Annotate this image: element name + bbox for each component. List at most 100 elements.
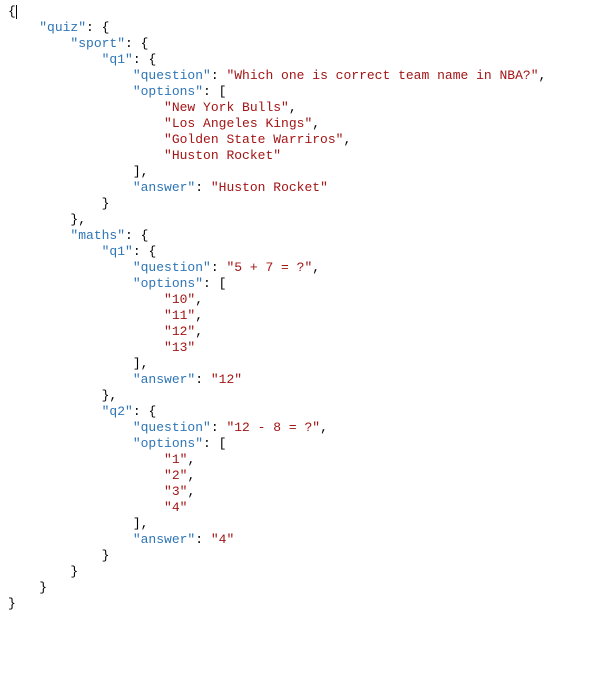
json-key: "options" — [133, 276, 203, 291]
json-punct: , — [343, 132, 351, 147]
json-punct: : [ — [203, 436, 226, 451]
json-string: "1" — [164, 452, 187, 467]
json-string: "12" — [211, 372, 242, 387]
json-key: "sport" — [70, 36, 125, 51]
json-whitespace — [8, 148, 164, 163]
json-whitespace — [8, 468, 164, 483]
json-whitespace — [8, 100, 164, 115]
json-punct: { — [8, 4, 16, 19]
json-string: "12" — [164, 324, 195, 339]
json-punct: } — [8, 580, 47, 595]
json-key: "answer" — [133, 372, 195, 387]
json-whitespace — [8, 404, 102, 419]
json-key: "q2" — [102, 404, 133, 419]
json-punct: ], — [8, 356, 148, 371]
json-key: "quiz" — [39, 20, 86, 35]
json-punct: : [ — [203, 276, 226, 291]
json-whitespace — [8, 84, 133, 99]
json-key: "q1" — [102, 244, 133, 259]
json-punct: : — [211, 420, 227, 435]
json-key: "question" — [133, 420, 211, 435]
json-string: "12 - 8 = ?" — [226, 420, 320, 435]
json-whitespace — [8, 132, 164, 147]
json-code-block[interactable]: { "quiz": { "sport": { "q1": { "question… — [0, 0, 606, 616]
json-string: "Huston Rocket" — [164, 148, 281, 163]
json-punct: } — [8, 196, 109, 211]
json-whitespace — [8, 180, 133, 195]
json-whitespace — [8, 276, 133, 291]
json-whitespace — [8, 484, 164, 499]
json-whitespace — [8, 20, 39, 35]
json-whitespace — [8, 308, 164, 323]
json-whitespace — [8, 420, 133, 435]
json-punct: , — [289, 100, 297, 115]
json-punct: , — [187, 452, 195, 467]
json-string: "3" — [164, 484, 187, 499]
json-whitespace — [8, 340, 164, 355]
json-string: "4" — [164, 500, 187, 515]
json-whitespace — [8, 500, 164, 515]
json-punct: , — [195, 324, 203, 339]
json-whitespace — [8, 68, 133, 83]
json-string: "Huston Rocket" — [211, 180, 328, 195]
json-key: "question" — [133, 68, 211, 83]
json-whitespace — [8, 52, 102, 67]
json-punct: : — [195, 532, 211, 547]
json-key: "options" — [133, 84, 203, 99]
json-string: "Golden State Warriros" — [164, 132, 343, 147]
json-whitespace — [8, 244, 102, 259]
json-string: "4" — [211, 532, 234, 547]
json-punct: } — [8, 548, 109, 563]
json-punct: }, — [8, 212, 86, 227]
json-string: "Los Angeles Kings" — [164, 116, 312, 131]
json-punct: : — [195, 372, 211, 387]
json-punct: : { — [86, 20, 109, 35]
json-punct: ], — [8, 516, 148, 531]
json-string: "13" — [164, 340, 195, 355]
json-punct: } — [8, 596, 16, 611]
json-punct: : { — [125, 228, 148, 243]
json-punct: : — [195, 180, 211, 195]
json-key: "q1" — [102, 52, 133, 67]
json-whitespace — [8, 532, 133, 547]
json-punct: , — [187, 468, 195, 483]
json-punct: : { — [133, 404, 156, 419]
json-string: "2" — [164, 468, 187, 483]
json-punct: : [ — [203, 84, 226, 99]
json-punct: , — [312, 116, 320, 131]
json-key: "question" — [133, 260, 211, 275]
json-string: "11" — [164, 308, 195, 323]
json-punct: : { — [133, 244, 156, 259]
json-punct: } — [8, 564, 78, 579]
json-punct: , — [195, 308, 203, 323]
json-whitespace — [8, 36, 70, 51]
json-string: "New York Bulls" — [164, 100, 289, 115]
json-whitespace — [8, 452, 164, 467]
json-string: "5 + 7 = ?" — [226, 260, 312, 275]
text-caret — [16, 5, 17, 19]
json-whitespace — [8, 436, 133, 451]
json-punct: : { — [125, 36, 148, 51]
json-punct: , — [312, 260, 320, 275]
json-punct: , — [195, 292, 203, 307]
json-whitespace — [8, 116, 164, 131]
json-punct: , — [539, 68, 547, 83]
json-whitespace — [8, 292, 164, 307]
json-key: "answer" — [133, 532, 195, 547]
json-string: "Which one is correct team name in NBA?" — [226, 68, 538, 83]
json-punct: : — [211, 260, 227, 275]
json-key: "options" — [133, 436, 203, 451]
json-punct: : { — [133, 52, 156, 67]
json-punct: : — [211, 68, 227, 83]
json-whitespace — [8, 372, 133, 387]
json-key: "maths" — [70, 228, 125, 243]
json-key: "answer" — [133, 180, 195, 195]
json-punct: ], — [8, 164, 148, 179]
json-string: "10" — [164, 292, 195, 307]
json-whitespace — [8, 324, 164, 339]
json-whitespace — [8, 260, 133, 275]
json-whitespace — [8, 228, 70, 243]
json-punct: , — [320, 420, 328, 435]
json-punct: }, — [8, 388, 117, 403]
json-punct: , — [187, 484, 195, 499]
